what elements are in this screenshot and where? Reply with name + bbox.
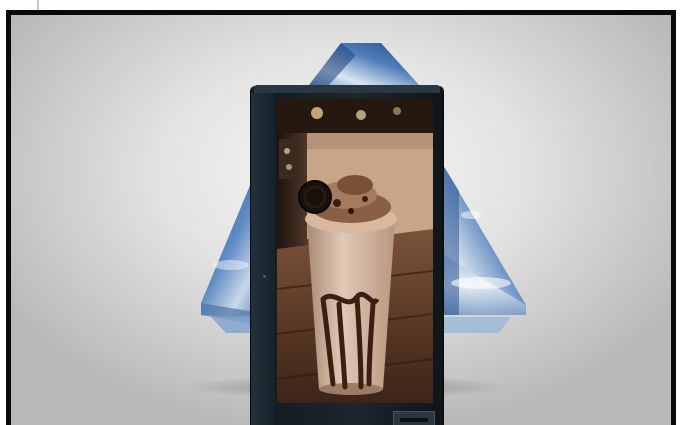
kiosk-top-cap bbox=[254, 85, 440, 93]
milkshake-photo bbox=[277, 99, 433, 403]
kiosk-card-slot bbox=[393, 411, 435, 425]
kiosk-sensor-dot bbox=[263, 275, 266, 278]
image-frame bbox=[6, 10, 676, 425]
mockup-scene bbox=[11, 15, 671, 425]
kiosk-side-edge bbox=[251, 93, 275, 425]
kiosk-screen bbox=[277, 99, 433, 403]
milkshake-cup bbox=[307, 221, 395, 389]
oreo-cookie bbox=[298, 180, 332, 214]
